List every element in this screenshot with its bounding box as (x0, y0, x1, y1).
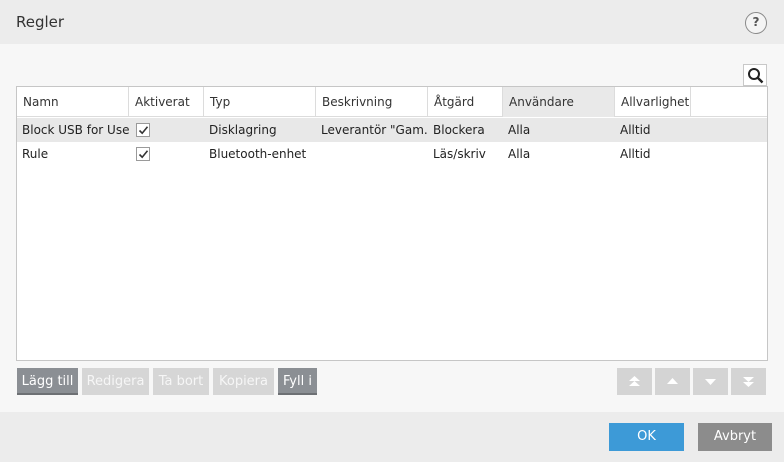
rules-table: Namn Aktiverat Typ Beskrivning Åtgärd An… (16, 86, 768, 361)
move-to-top-button[interactable] (617, 368, 652, 395)
search-button[interactable] (743, 64, 767, 86)
copy-button[interactable]: Kopiera (213, 368, 274, 395)
cell-action: Läs/skriv (433, 147, 486, 161)
edit-button[interactable]: Redigera (82, 368, 149, 395)
cell-users: Alla (508, 147, 531, 161)
column-header-enabled[interactable]: Aktiverat (129, 87, 204, 117)
column-header-severity[interactable]: Allvarlighet (615, 87, 691, 117)
cancel-button[interactable]: Avbryt (698, 423, 772, 451)
move-down-icon (705, 379, 716, 385)
remove-button[interactable]: Ta bort (153, 368, 209, 395)
enabled-checkbox[interactable] (136, 147, 150, 161)
help-icon[interactable]: ? (745, 12, 767, 34)
cell-users: Alla (508, 123, 531, 137)
search-icon (748, 68, 764, 84)
table-row[interactable]: Rule Bluetooth-enhet Läs/skriv Alla Allt… (17, 142, 767, 166)
table-header: Namn Aktiverat Typ Beskrivning Åtgärd An… (17, 87, 767, 117)
cell-description: Leverantör "Gam... (321, 123, 428, 137)
enabled-checkbox[interactable] (136, 123, 150, 137)
add-button[interactable]: Lägg till (17, 368, 78, 395)
cell-name: Block USB for User (22, 123, 129, 137)
move-to-top-icon (629, 376, 640, 386)
cell-type: Bluetooth-enhet (209, 147, 307, 161)
move-to-bottom-button[interactable] (731, 368, 766, 395)
cell-severity: Alltid (620, 123, 651, 137)
column-header-users[interactable]: Användare (503, 87, 615, 117)
cell-name: Rule (22, 147, 49, 161)
cell-severity: Alltid (620, 147, 651, 161)
checkmark-icon (138, 126, 149, 135)
checkmark-icon (138, 150, 149, 159)
move-up-button[interactable] (655, 368, 690, 395)
fill-button[interactable]: Fyll i (278, 368, 317, 395)
move-up-icon (667, 378, 678, 384)
cell-description (316, 142, 428, 166)
table-row[interactable]: Block USB for User Disklagring Leverantö… (17, 118, 767, 142)
column-header-name[interactable]: Namn (17, 87, 129, 117)
cell-type: Disklagring (209, 123, 277, 137)
column-header-description[interactable]: Beskrivning (316, 87, 428, 117)
column-header-type[interactable]: Typ (204, 87, 316, 117)
title-bar: Regler ? (0, 0, 784, 44)
move-to-bottom-icon (743, 377, 754, 387)
move-down-button[interactable] (693, 368, 728, 395)
column-header-action[interactable]: Åtgärd (428, 87, 503, 117)
ok-button[interactable]: OK (609, 423, 684, 451)
cell-action: Blockera (433, 123, 485, 137)
window-title: Regler (16, 13, 65, 31)
